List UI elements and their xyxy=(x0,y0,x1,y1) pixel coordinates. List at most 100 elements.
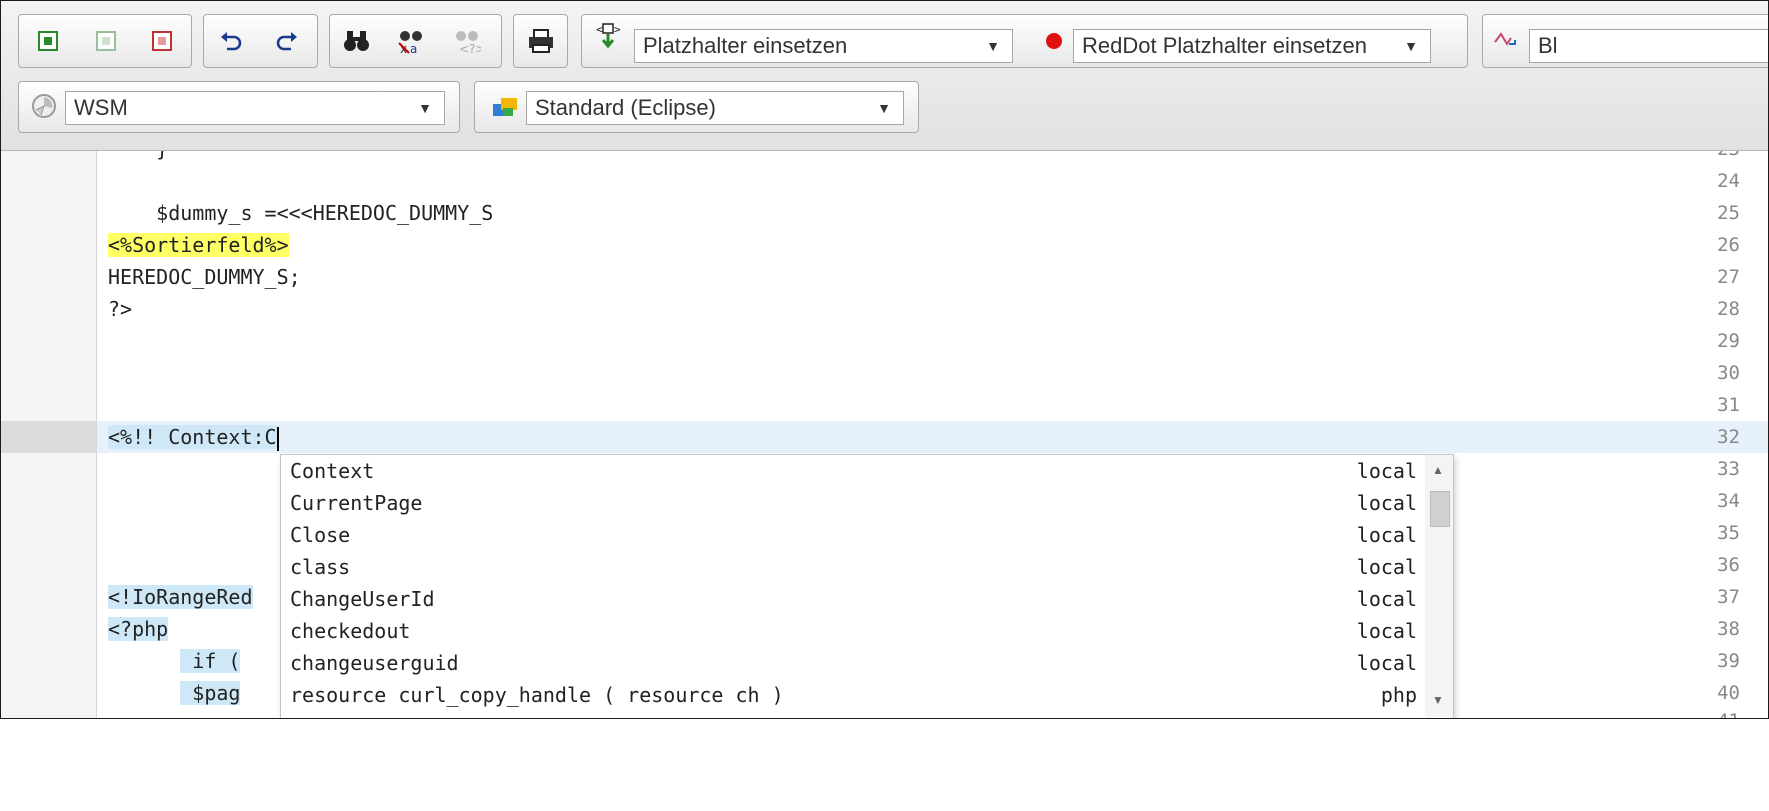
current-line-gutter xyxy=(1,421,96,453)
svg-text:<: < xyxy=(596,23,603,36)
current-line-highlight xyxy=(97,421,1768,453)
placeholder-select[interactable]: Platzhalter einsetzen ▼ xyxy=(634,29,1013,63)
line-number: 30 xyxy=(1717,362,1740,384)
history-group xyxy=(203,14,318,68)
svg-text:a: a xyxy=(410,42,417,54)
line-number: 32 xyxy=(1717,426,1740,448)
block-group: Bl xyxy=(1482,14,1768,68)
context-token: <%!! Context:C xyxy=(108,425,277,449)
line-number: 31 xyxy=(1717,394,1740,416)
svg-text:<?>: <?> xyxy=(459,42,481,54)
line-number: 36 xyxy=(1717,554,1740,576)
redo-icon[interactable] xyxy=(272,26,302,56)
block-token: <!IoRangeRed xyxy=(108,585,253,609)
item-source: php xyxy=(1380,683,1417,707)
code-line: <!IoRangeRed xyxy=(108,585,253,609)
project-select[interactable]: WSM ▼ xyxy=(65,91,445,125)
line-number: 33 xyxy=(1717,458,1740,480)
find-next-icon[interactable]: <?> xyxy=(452,26,482,56)
item-source: local xyxy=(1356,651,1417,675)
code-line: $dummy_s =<<<HEREDOC_DUMMY_S xyxy=(108,201,494,225)
block-tools-group xyxy=(18,14,192,68)
line-number: 25 xyxy=(1717,202,1740,224)
find-replace-icon[interactable]: xa xyxy=(396,26,426,56)
autocomplete-item[interactable]: class local xyxy=(281,551,1421,583)
autocomplete-item[interactable]: resource curl_copy_handle ( resource ch … xyxy=(281,679,1421,711)
code-line-current: <%!! Context:C xyxy=(108,425,279,451)
autocomplete-item[interactable]: ChangeUserId local xyxy=(281,583,1421,615)
print-icon[interactable] xyxy=(526,26,556,56)
theme-select-value: Standard (Eclipse) xyxy=(535,95,716,120)
autocomplete-item[interactable]: checkedout local xyxy=(281,615,1421,647)
reddot-placeholder-select-value: RedDot Platzhalter einsetzen xyxy=(1082,33,1367,58)
search-group: xa <?> xyxy=(329,14,502,68)
placeholder-token: <%Sortierfeld%> xyxy=(108,233,289,257)
insert-block-icon[interactable] xyxy=(33,26,63,56)
code-line: } xyxy=(108,151,168,161)
item-source: local xyxy=(1356,555,1417,579)
chevron-down-icon: ▼ xyxy=(1404,38,1418,54)
project-select-value: WSM xyxy=(74,95,128,120)
reddot-placeholder-select[interactable]: RedDot Platzhalter einsetzen ▼ xyxy=(1073,29,1431,63)
code-line: if ( xyxy=(108,649,241,673)
undo-icon[interactable] xyxy=(216,26,246,56)
chevron-down-icon: ▼ xyxy=(986,38,1000,54)
placeholder-group: < > Platzhalter einsetzen ▼ RedDot Platzh… xyxy=(581,14,1468,68)
copy-block-icon[interactable] xyxy=(91,26,121,56)
theme-group: Standard (Eclipse) ▼ xyxy=(474,81,919,133)
code-token: if ( xyxy=(180,649,241,673)
item-source: local xyxy=(1356,523,1417,547)
insert-block-reference-icon xyxy=(1493,26,1523,56)
toolbar: xa <?> <> Platzhalter einsetzen ▼ xyxy=(1,1,1768,151)
code-line: HEREDOC_DUMMY_S; xyxy=(108,265,301,289)
block-select-value: Bl xyxy=(1538,33,1558,58)
autocomplete-item[interactable]: Close local xyxy=(281,519,1421,551)
line-number: 40 xyxy=(1717,682,1740,704)
project-group: WSM ▼ xyxy=(18,81,460,133)
line-number: 35 xyxy=(1717,522,1740,544)
autocomplete-item[interactable]: changeuserguid local xyxy=(281,647,1421,679)
autocomplete-scrollbar[interactable]: ▲ ▼ xyxy=(1425,455,1453,717)
scrollbar-thumb[interactable] xyxy=(1430,491,1450,527)
line-number: 39 xyxy=(1717,650,1740,672)
code-editor[interactable]: 23 24 25 26 27 28 29 30 31 32 33 34 35 3… xyxy=(1,151,1768,718)
code-line: ?> xyxy=(108,297,133,321)
line-number: 26 xyxy=(1717,234,1740,256)
code-token: $pag xyxy=(180,681,241,705)
delete-block-icon[interactable] xyxy=(147,26,177,56)
line-number: 38 xyxy=(1717,618,1740,640)
chevron-down-icon: ▼ xyxy=(877,100,891,116)
editor-window: xa <?> <> Platzhalter einsetzen ▼ xyxy=(0,0,1769,719)
item-source: local xyxy=(1356,459,1417,483)
autocomplete-item[interactable]: Context local xyxy=(281,455,1421,487)
theme-icon xyxy=(491,92,521,122)
line-number: 34 xyxy=(1717,490,1740,512)
scroll-up-icon[interactable]: ▲ xyxy=(1432,463,1444,477)
line-number: 29 xyxy=(1717,330,1740,352)
line-number: 28 xyxy=(1717,298,1740,320)
php-open-token: <?php xyxy=(108,617,169,641)
line-number: 37 xyxy=(1717,586,1740,608)
block-select[interactable]: Bl xyxy=(1529,29,1768,63)
line-number: 27 xyxy=(1717,266,1740,288)
autocomplete-item[interactable]: CurrentPage local xyxy=(281,487,1421,519)
text-cursor xyxy=(276,426,279,451)
code-line: <?php xyxy=(108,617,169,641)
chevron-down-icon: ▼ xyxy=(418,100,432,116)
project-icon xyxy=(29,91,59,121)
scroll-down-icon[interactable]: ▼ xyxy=(1432,693,1444,707)
item-source: local xyxy=(1356,587,1417,611)
line-number: 23 xyxy=(1717,151,1740,160)
item-source: local xyxy=(1356,491,1417,515)
find-icon[interactable] xyxy=(342,26,372,56)
code-line: <%Sortierfeld%> xyxy=(108,233,289,257)
insert-placeholder-icon: < > xyxy=(594,21,624,51)
line-number: 41 xyxy=(1717,710,1740,718)
autocomplete-popup: Context local CurrentPage local Close lo… xyxy=(280,454,1454,718)
print-group xyxy=(513,14,568,68)
code-line: $pag xyxy=(108,681,241,705)
theme-select[interactable]: Standard (Eclipse) ▼ xyxy=(526,91,904,125)
placeholder-select-value: Platzhalter einsetzen xyxy=(643,33,848,58)
line-number: 24 xyxy=(1717,170,1740,192)
reddot-icon xyxy=(1039,26,1069,56)
